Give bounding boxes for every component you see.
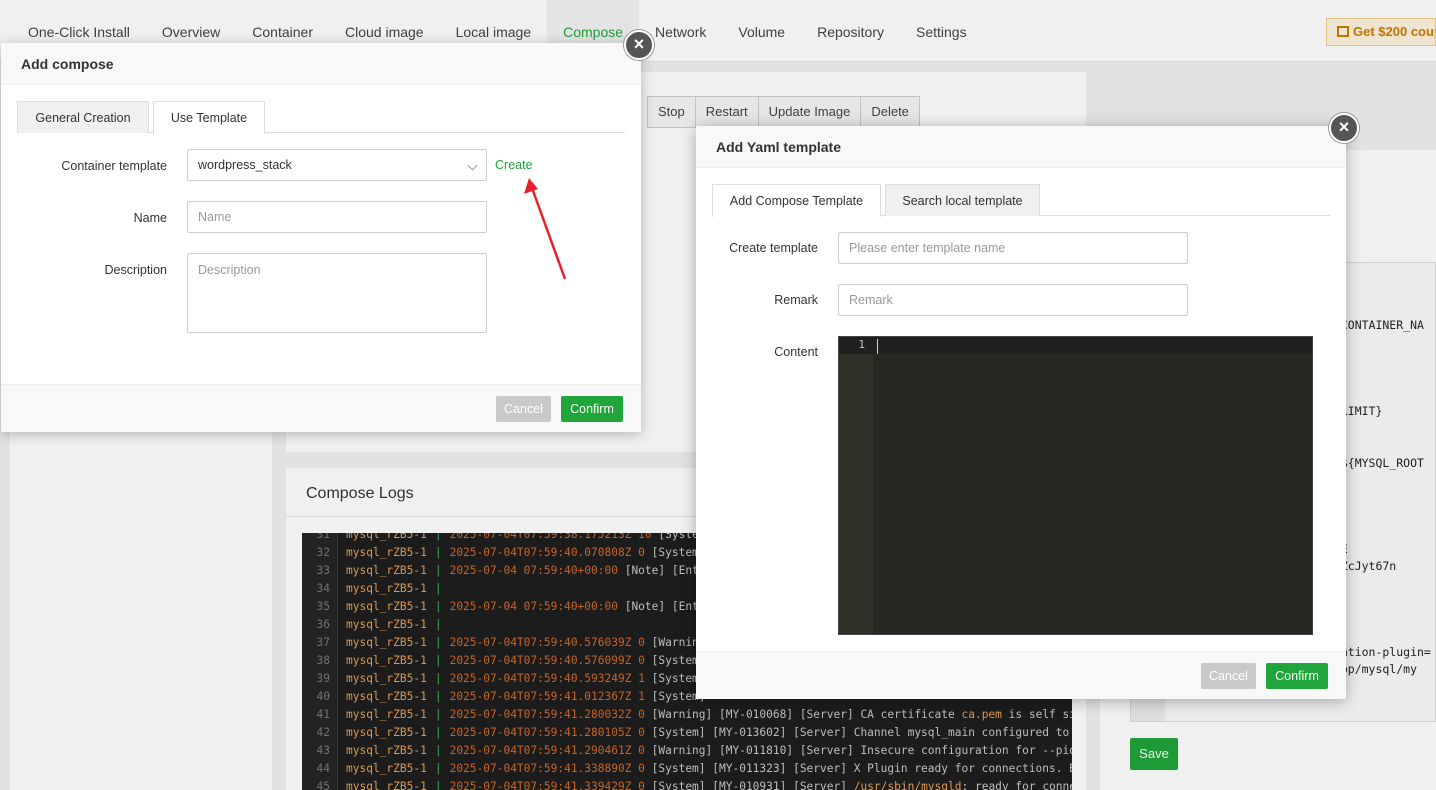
create-template-label: Create template [729,241,818,255]
cancel-button[interactable]: Cancel [496,396,551,422]
dialog-tabs: Add Compose Template Search local templa… [712,184,1330,217]
dialog-title: Add compose [1,43,641,85]
description-label: Description [104,263,167,277]
description-textarea[interactable]: Description [187,253,487,333]
dialog-footer: Cancel Confirm [1,384,641,432]
confirm-button[interactable]: Confirm [561,396,623,422]
chevron-down-icon [467,160,478,171]
tab-add-compose-template[interactable]: Add Compose Template [712,184,881,217]
add-yaml-template-dialog: Add Yaml template Add Compose Template S… [696,126,1346,699]
name-input[interactable]: Name [187,201,487,233]
template-name-input[interactable]: Please enter template name [838,232,1188,264]
remark-input[interactable]: Remark [838,284,1188,316]
content-label: Content [774,345,818,359]
tab-use-template[interactable]: Use Template [153,101,265,134]
dialog-title: Add Yaml template [696,126,1346,168]
dialog-footer: Cancel Confirm [696,651,1346,699]
name-label: Name [133,211,167,225]
tab-general-creation[interactable]: General Creation [17,101,149,133]
line-number: 1 [858,338,865,351]
confirm-button[interactable]: Confirm [1266,663,1328,689]
text-cursor [877,339,878,354]
editor-gutter [839,337,873,634]
container-template-label: Container template [61,159,167,173]
annotation-arrow [524,178,567,280]
remark-label: Remark [774,293,818,307]
yaml-content-editor[interactable]: 1 [838,336,1313,635]
close-icon[interactable]: × [1329,113,1359,143]
cancel-button[interactable]: Cancel [1201,663,1256,689]
container-template-value: wordpress_stack [198,158,292,172]
container-template-select[interactable]: wordpress_stack [187,149,487,181]
close-icon[interactable]: × [624,30,654,60]
tab-search-local-template[interactable]: Search local template [885,184,1040,216]
dialog-tabs: General Creation Use Template [17,101,625,134]
editor-active-line [839,337,1312,354]
